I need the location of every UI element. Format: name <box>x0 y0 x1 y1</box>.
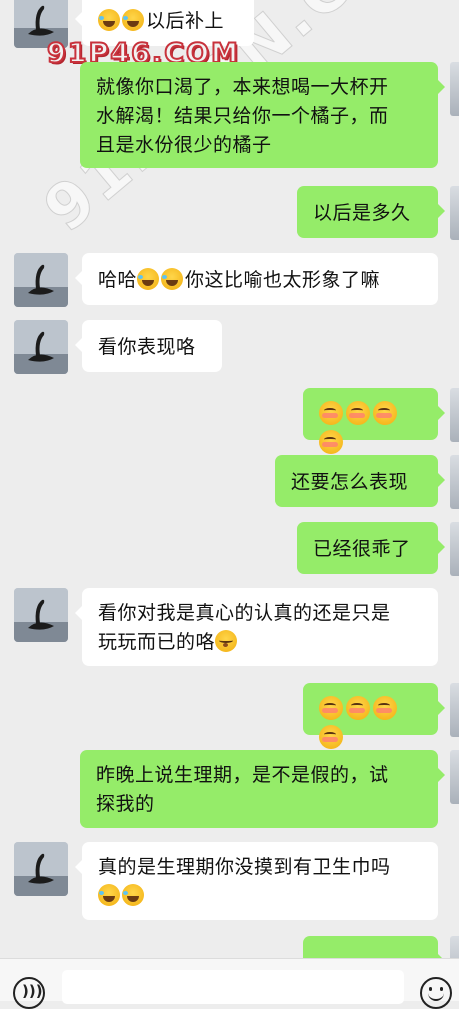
message-text: 还要怎么表现 <box>291 471 409 493</box>
message-text: 以后补上 <box>146 10 225 32</box>
message-input[interactable] <box>62 970 404 1004</box>
shy-face-emoji-icon <box>319 725 343 749</box>
avatar-edge <box>450 522 459 576</box>
shy-face-emoji-icon <box>373 401 397 425</box>
message-bubble[interactable]: 哈哈 你这比喻也太形象了嘛 <box>75 253 438 305</box>
avatar[interactable] <box>14 588 68 642</box>
laugh-cry-emoji-icon <box>137 268 160 290</box>
laugh-cry-emoji-icon <box>98 884 120 906</box>
message-line: 昨晚上说生理期，是不是假的，试 <box>96 764 389 786</box>
avatar[interactable] <box>14 253 68 307</box>
message-bubble[interactable]: 以后是多久 <box>297 186 445 238</box>
message-line: 真的是生理期你没摸到有卫生巾吗 <box>98 856 391 878</box>
message-text: 已经很乖了 <box>313 538 411 560</box>
shy-face-emoji-icon <box>346 401 370 425</box>
message-bubble[interactable]: 还要怎么表现 <box>275 455 445 507</box>
chat-input-bar: ))) <box>0 958 459 1009</box>
avatar-edge <box>450 455 459 509</box>
message-bubble[interactable]: 以后补上 <box>75 0 254 46</box>
message-bubble[interactable]: 就像你口渴了，本来想喝一大杯开 水解渴！结果只给你一个橘子，而 且是水份很少的橘… <box>80 62 445 168</box>
avatar-edge <box>450 750 459 804</box>
voice-icon: ))) <box>22 982 43 1000</box>
message-bubble[interactable]: 真的是生理期你没摸到有卫生巾吗 <box>75 842 438 920</box>
message-text: 看你表现咯 <box>98 336 196 358</box>
message-line: 就像你口渴了，本来想喝一大杯开 <box>96 76 389 98</box>
shy-face-emoji-icon <box>319 401 343 425</box>
message-bubble[interactable] <box>303 683 445 749</box>
avatar-edge <box>450 62 459 116</box>
avatar[interactable] <box>14 0 68 48</box>
laugh-cry-emoji-icon <box>122 884 144 906</box>
laugh-cry-emoji-icon <box>161 268 184 290</box>
message-text: 哈哈 <box>98 269 138 291</box>
kissing-face-emoji-icon <box>215 630 238 652</box>
message-text: 以后是多久 <box>313 202 411 224</box>
emoji-picker-button[interactable] <box>420 977 452 1009</box>
message-line: 且是水份很少的橘子 <box>96 134 272 156</box>
message-bubble[interactable]: 看你表现咯 <box>75 320 222 372</box>
message-line: 玩玩而已的咯 <box>98 631 216 653</box>
message-line: 水解渴！结果只给你一个橘子，而 <box>96 105 389 127</box>
message-bubble[interactable]: 昨晚上说生理期，是不是假的，试 探我的 <box>80 750 445 828</box>
laugh-cry-emoji-icon <box>122 9 144 31</box>
message-line: 探我的 <box>96 793 155 815</box>
avatar[interactable] <box>14 842 68 896</box>
message-bubble[interactable] <box>303 388 445 454</box>
avatar[interactable] <box>14 320 68 374</box>
message-bubble[interactable]: 看你对我是真心的认真的还是只是 玩玩而已的咯 <box>75 588 438 666</box>
shy-face-emoji-icon <box>373 696 397 720</box>
avatar-edge <box>450 683 459 737</box>
message-bubble[interactable]: 已经很乖了 <box>297 522 445 574</box>
shy-face-emoji-icon <box>319 696 343 720</box>
message-text: 你这比喻也太形象了嘛 <box>185 269 381 291</box>
voice-input-button[interactable]: ))) <box>13 977 45 1009</box>
avatar-edge <box>450 388 459 442</box>
message-line: 看你对我是真心的认真的还是只是 <box>98 602 391 624</box>
shy-face-emoji-icon <box>346 696 370 720</box>
laugh-cry-emoji-icon <box>98 9 120 31</box>
shy-face-emoji-icon <box>319 430 343 454</box>
avatar-edge <box>450 186 459 240</box>
